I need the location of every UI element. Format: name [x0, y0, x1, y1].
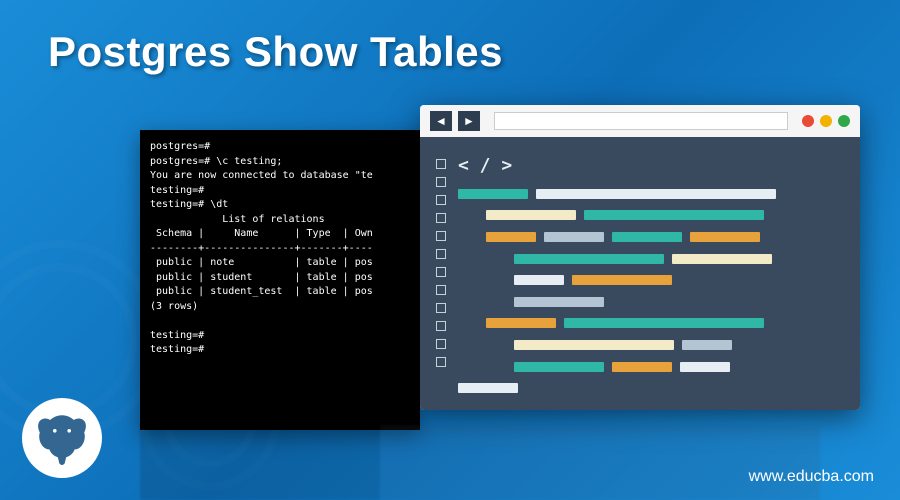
footer-url: www.educba.com: [749, 468, 874, 486]
page-title: Postgres Show Tables: [48, 28, 503, 76]
terminal-output: postgres=# postgres=# \c testing; You ar…: [150, 140, 410, 358]
close-icon[interactable]: [802, 115, 814, 127]
maximize-icon[interactable]: [838, 115, 850, 127]
nav-back-button[interactable]: ◄: [430, 111, 452, 131]
editor-titlebar: ◄ ►: [420, 105, 860, 137]
code-tag-glyph: < / >: [458, 155, 844, 176]
code-editor-window: ◄ ► < / >: [420, 105, 860, 410]
postgresql-logo: [22, 398, 102, 478]
elephant-icon: [32, 408, 92, 468]
nav-forward-button[interactable]: ►: [458, 111, 480, 131]
address-bar[interactable]: [494, 112, 788, 130]
reflection-decoration: [140, 425, 860, 500]
editor-body: < / >: [420, 137, 860, 410]
line-gutter: [436, 153, 446, 394]
terminal-window: postgres=# postgres=# \c testing; You ar…: [140, 130, 420, 430]
minimize-icon[interactable]: [820, 115, 832, 127]
code-area: < / >: [458, 153, 844, 394]
